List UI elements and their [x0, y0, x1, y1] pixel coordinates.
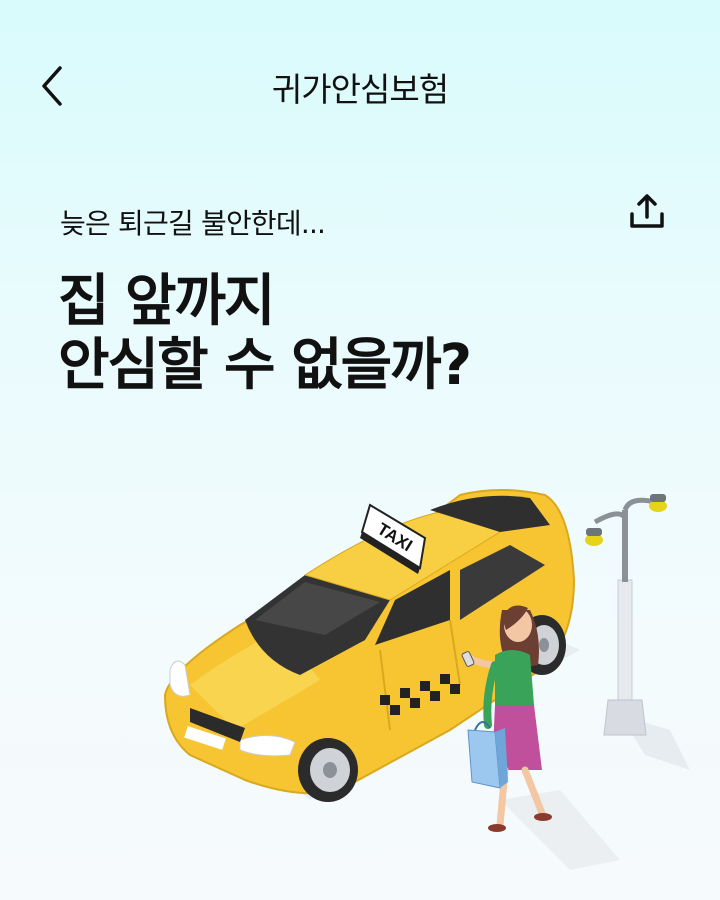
- front-wheel: [298, 738, 358, 802]
- person-shadow: [500, 790, 620, 870]
- hero-subtitle: 늦은 퇴근길 불안한데...: [60, 207, 326, 240]
- taxi-illustration: TAXI: [163, 489, 690, 870]
- hero-headline: 집 앞까지 안심할 수 없을까?: [58, 269, 472, 398]
- share-icon: [630, 194, 664, 228]
- street-lamp-icon: [585, 494, 667, 736]
- shopping-bag-icon: [467, 721, 508, 789]
- page-title: 귀가안심보험: [271, 70, 449, 109]
- headline-line-2: 안심할 수 없을까?: [58, 333, 472, 398]
- header: 귀가안심보험: [0, 0, 720, 170]
- headline-line-1: 집 앞까지: [58, 269, 276, 334]
- share-button[interactable]: [626, 192, 668, 234]
